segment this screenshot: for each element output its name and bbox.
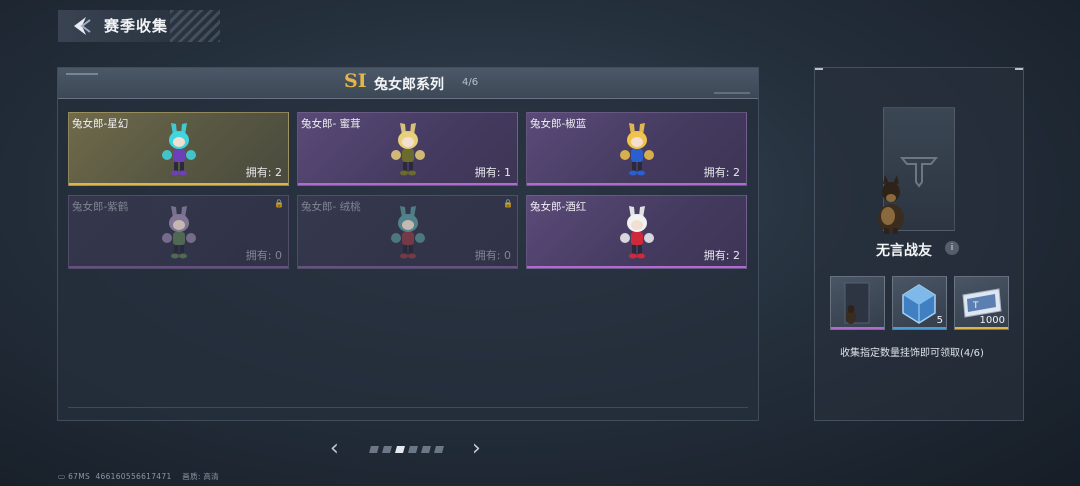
series-name: 兔女郎系列 (374, 77, 444, 93)
card-name: 兔女郎-椒蓝 (530, 118, 587, 130)
collection-card[interactable]: 兔女郎-酒红拥有: 2 (526, 195, 747, 269)
bunny-figure-icon (620, 123, 654, 176)
quality-text: 画质: 高清 (182, 472, 219, 481)
collection-card[interactable]: 兔女郎- 蜜茸拥有: 1 (297, 112, 518, 186)
owned-count: 拥有: 2 (703, 166, 740, 179)
owned-count: 拥有: 1 (474, 166, 511, 179)
rarity-bar (527, 266, 746, 268)
bunny-figure-icon (391, 206, 425, 259)
owned-count: 拥有: 0 (474, 249, 511, 262)
status-footer: ▭ 67MS 466160556617471 画质: 高清 (58, 471, 219, 482)
rarity-bar (69, 266, 288, 268)
owned-count: 拥有: 0 (245, 249, 282, 262)
svg-text:T: T (972, 301, 979, 311)
corner-mark (815, 68, 823, 70)
dog-companion-icon (878, 175, 904, 234)
reward-quantity: 1000 (979, 315, 1005, 326)
owned-count: 拥有: 2 (245, 166, 282, 179)
uid-text: 466160556617471 (95, 472, 172, 481)
card-name: 兔女郎- 蜜茸 (301, 118, 361, 130)
bunny-figure-icon (620, 206, 654, 259)
info-icon[interactable]: i (945, 241, 959, 255)
reward-slot[interactable]: T 1000 (954, 276, 1009, 330)
rarity-bar (298, 183, 517, 185)
panel-divider (68, 407, 748, 408)
lock-icon: 🔒 (274, 199, 284, 208)
page-dot[interactable] (395, 446, 405, 453)
dog-pendant-icon (831, 277, 884, 333)
network-icon: ▭ (58, 472, 69, 481)
owned-count: 拥有: 2 (703, 249, 740, 262)
page-dot[interactable] (408, 446, 418, 453)
reward-quantity: 5 (936, 315, 943, 326)
series-progress: 4/6 (462, 77, 479, 88)
rarity-bar (955, 327, 1008, 329)
collection-card[interactable]: 兔女郎-紫鹤 🔒 拥有: 0 (68, 195, 289, 269)
rarity-bar (893, 327, 946, 329)
rarity-bar (298, 266, 517, 268)
bunny-figure-icon (391, 123, 425, 176)
lock-icon: 🔒 (503, 199, 513, 208)
back-arrow-icon[interactable] (70, 15, 92, 37)
header-deco-right (714, 92, 750, 94)
rarity-bar (527, 183, 746, 185)
bunny-figure-icon (162, 123, 196, 176)
page-title: 赛季收集 (104, 17, 169, 35)
page-dot[interactable] (369, 446, 379, 453)
card-name: 兔女郎-星幻 (72, 118, 129, 130)
ping-text: 67MS (68, 472, 91, 481)
collection-card[interactable]: 兔女郎- 绒桃 🔒 拥有: 0 (297, 195, 518, 269)
reward-slot[interactable] (830, 276, 885, 330)
page-dot[interactable] (382, 446, 392, 453)
reward-name: 无言战友 (876, 243, 932, 259)
page-dot[interactable] (434, 446, 444, 453)
header-deco (66, 73, 98, 75)
page-dot[interactable] (421, 446, 431, 453)
card-name: 兔女郎-酒红 (530, 201, 587, 213)
reward-slot[interactable]: 5 (892, 276, 947, 330)
season-badge: SI (344, 70, 367, 92)
chevron-left-icon[interactable]: ‹ (330, 438, 339, 460)
rarity-bar (69, 183, 288, 185)
collection-card[interactable]: 兔女郎-椒蓝拥有: 2 (526, 112, 747, 186)
header-decoration (170, 10, 220, 42)
rarity-bar (831, 327, 884, 329)
card-name: 兔女郎- 绒桃 (301, 201, 361, 213)
corner-mark (1015, 68, 1023, 70)
reward-description: 收集指定数量挂饰即可领取(4/6) (840, 348, 984, 359)
bunny-figure-icon (162, 206, 196, 259)
chevron-right-icon[interactable]: › (472, 438, 481, 460)
card-name: 兔女郎-紫鹤 (72, 201, 129, 213)
collection-card[interactable]: 兔女郎-星幻拥有: 2 (68, 112, 289, 186)
series-header: SI 兔女郎系列 4/6 (58, 68, 758, 99)
